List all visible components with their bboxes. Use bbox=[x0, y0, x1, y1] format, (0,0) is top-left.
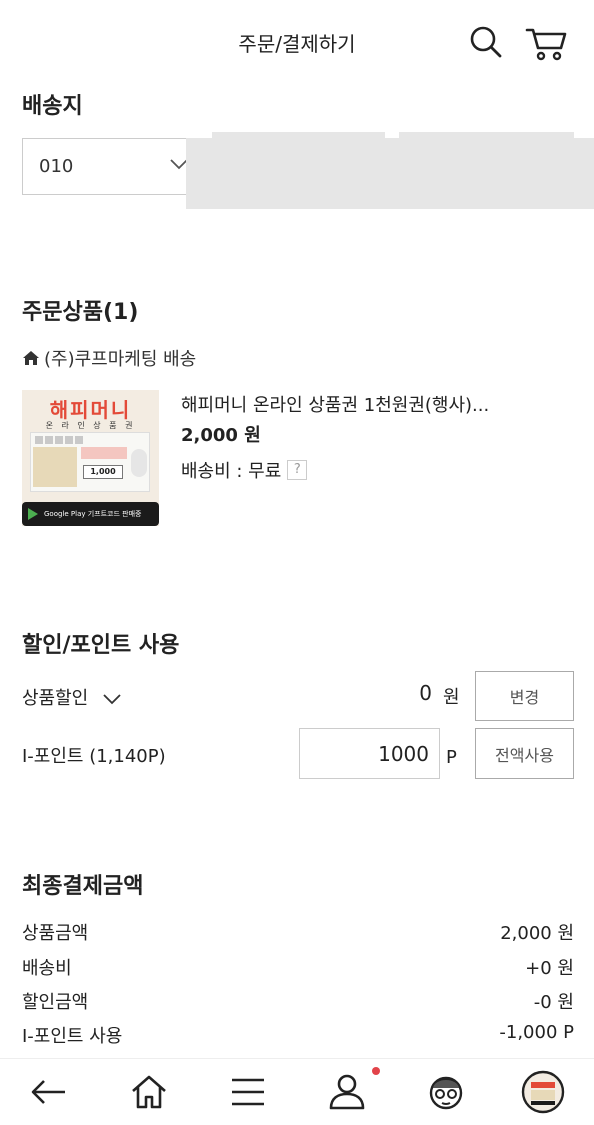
card-decoration bbox=[131, 449, 147, 477]
header: 주문/결제하기 bbox=[0, 0, 594, 86]
summary-label: I-포인트 사용 bbox=[22, 1026, 123, 1047]
help-icon[interactable]: ? bbox=[287, 460, 308, 480]
summary-label: 할인금액 bbox=[22, 992, 89, 1013]
google-play-badge: Google Play 기프트코드 판매중 bbox=[22, 502, 159, 526]
summary-value: -0 원 bbox=[533, 992, 574, 1013]
discount-section-title: 할인/포인트 사용 bbox=[22, 633, 180, 658]
ipoint-label: I-포인트 (1,140P) bbox=[22, 746, 166, 767]
gift-card-image: 1,000 bbox=[30, 432, 150, 492]
face-icon[interactable] bbox=[424, 1070, 468, 1114]
search-icon[interactable] bbox=[468, 24, 504, 60]
product-discount-amount: 0 bbox=[419, 681, 432, 705]
shipping-fee-row: 배송비 : 무료 ? bbox=[181, 457, 308, 483]
use-all-points-button[interactable]: 전액사용 bbox=[475, 728, 574, 779]
card-decoration bbox=[35, 436, 83, 444]
seller-name: (주)쿠프마케팅 배송 bbox=[44, 349, 197, 370]
won-unit: 원 bbox=[443, 687, 460, 708]
summary-label: 상품금액 bbox=[22, 923, 89, 944]
phone-prefix-value: 010 bbox=[39, 156, 74, 177]
cart-icon[interactable] bbox=[525, 24, 567, 62]
summary-value: 2,000 원 bbox=[500, 923, 574, 944]
home-icon[interactable] bbox=[127, 1070, 171, 1114]
summary-label: 배송비 bbox=[22, 958, 72, 979]
user-icon[interactable] bbox=[325, 1070, 369, 1114]
summary-row: 할인금액 -0 원 bbox=[22, 988, 574, 1013]
recent-product-icon[interactable] bbox=[521, 1070, 565, 1114]
product-discount-label: 상품할인 bbox=[22, 688, 89, 709]
summary-row: 상품금액 2,000 원 bbox=[22, 919, 574, 944]
page-title: 주문/결제하기 bbox=[238, 32, 356, 56]
google-play-text: Google Play 기프트코드 판매중 bbox=[44, 510, 142, 518]
summary-value: -1,000 P bbox=[499, 1022, 574, 1043]
bottom-navigation bbox=[0, 1058, 594, 1125]
menu-icon[interactable] bbox=[226, 1070, 270, 1114]
order-section-title: 주문상품(1) bbox=[22, 300, 139, 325]
back-arrow-icon[interactable] bbox=[27, 1070, 71, 1114]
shipping-section-title: 배송지 bbox=[22, 94, 83, 119]
chevron-down-icon bbox=[103, 694, 121, 705]
summary-row: I-포인트 사용 -1,000 P bbox=[22, 1022, 574, 1047]
house-icon bbox=[23, 351, 39, 365]
summary-row: 배송비 +0 원 bbox=[22, 954, 574, 979]
point-unit: P bbox=[446, 747, 457, 768]
card-decoration bbox=[33, 447, 77, 487]
redacted-phone-field bbox=[186, 138, 594, 209]
phone-prefix-select[interactable]: 010 bbox=[22, 138, 192, 195]
change-discount-button[interactable]: 변경 bbox=[475, 671, 574, 721]
product-name[interactable]: 해피머니 온라인 상품권 1천원권(행사)... bbox=[181, 391, 489, 417]
product-discount-toggle[interactable]: 상품할인 bbox=[22, 684, 122, 710]
thumb-subtitle: 온 라 인 상 품 권 bbox=[45, 421, 136, 430]
product-price: 2,000 원 bbox=[181, 425, 261, 446]
summary-section-title: 최종결제금액 bbox=[22, 874, 144, 899]
thumb-amount: 1,000 bbox=[83, 465, 123, 479]
seller-row: (주)쿠프마케팅 배송 bbox=[22, 346, 196, 370]
card-decoration bbox=[81, 447, 127, 459]
product-thumbnail[interactable]: 해피머니 온 라 인 상 품 권 1,000 Google Play 기프트코드… bbox=[22, 390, 159, 526]
notification-dot bbox=[372, 1067, 380, 1075]
shipping-fee: 배송비 : 무료 bbox=[181, 461, 282, 482]
play-icon bbox=[28, 508, 38, 520]
ipoint-input[interactable] bbox=[299, 728, 440, 779]
summary-value: +0 원 bbox=[525, 958, 574, 979]
thumb-brand: 해피머니 bbox=[49, 398, 132, 422]
